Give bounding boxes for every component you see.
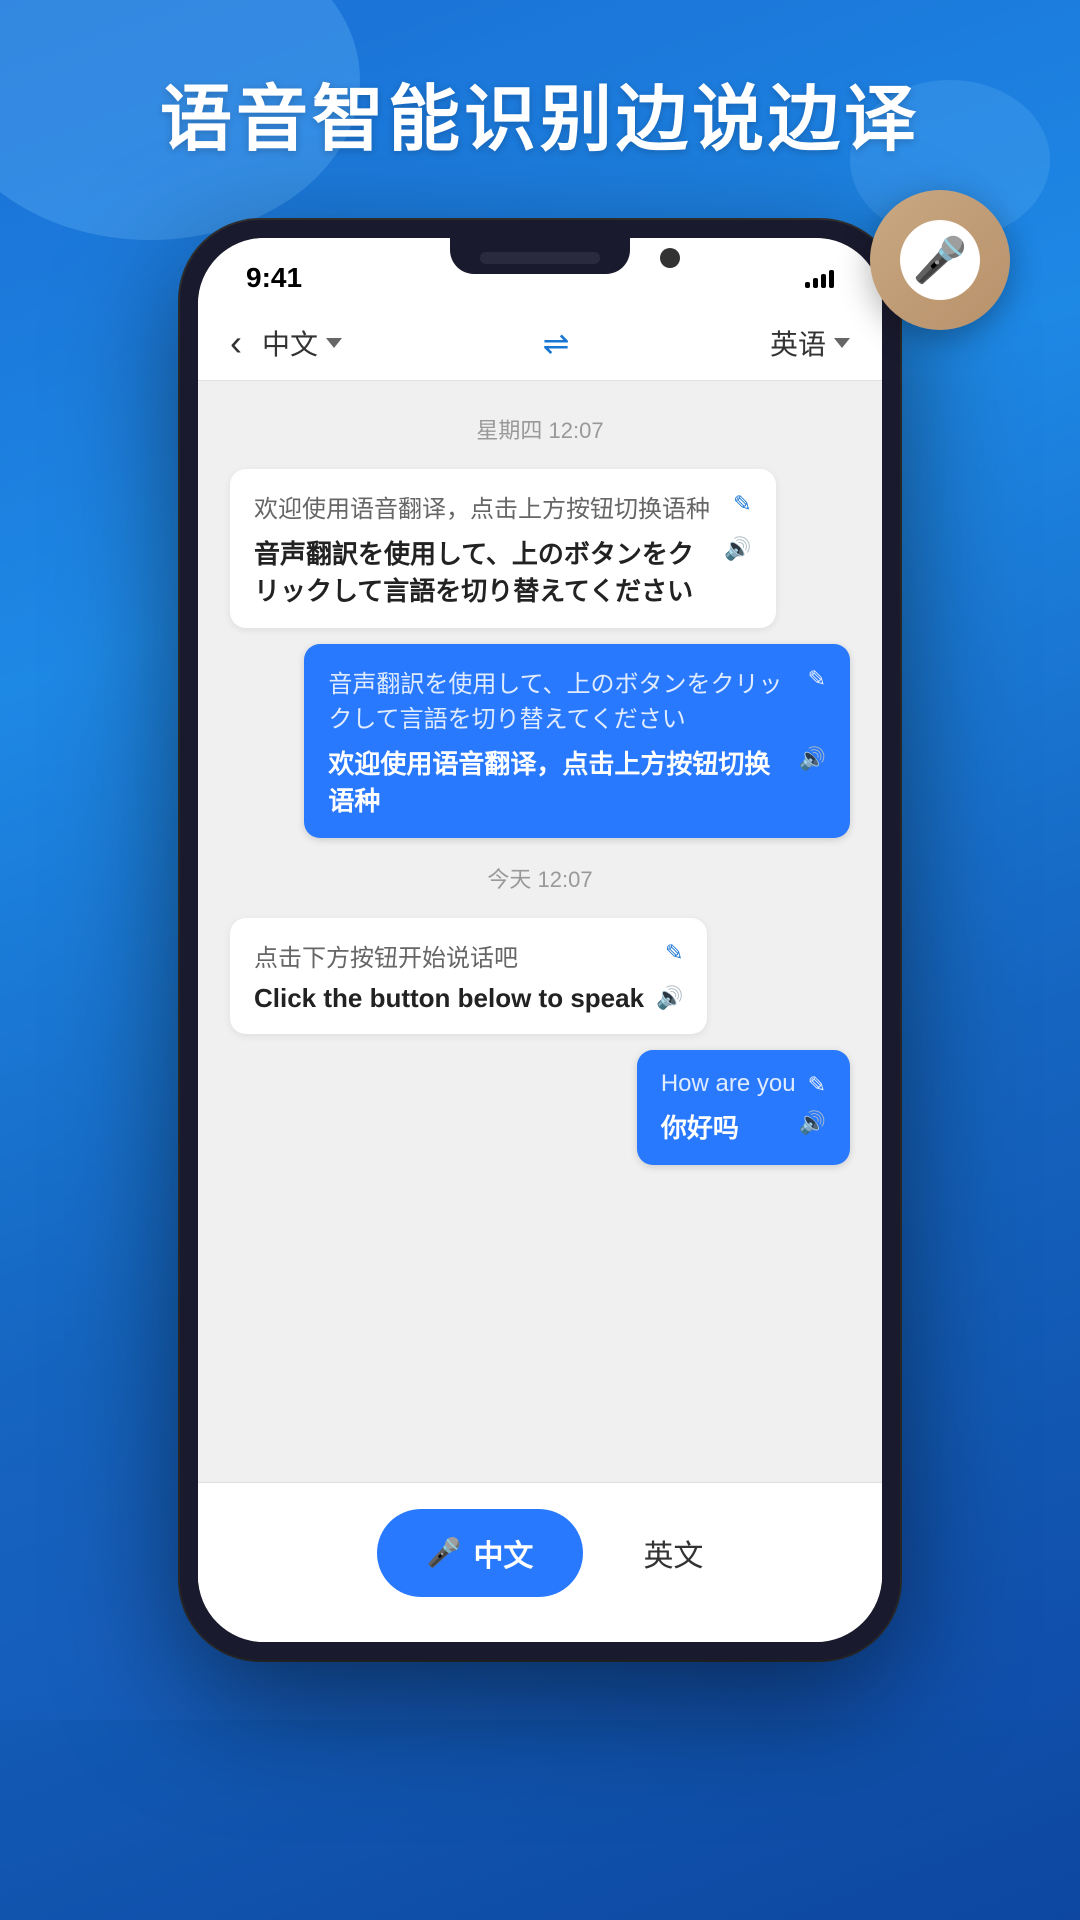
msg3-translated: Click the button below to speak 🔊 bbox=[254, 983, 683, 1014]
lang-left-dropdown-icon bbox=[326, 338, 342, 348]
msg2-original: 音声翻訳を使用して、上のボタンをクリックして言語を切り替えてください ✎ bbox=[328, 664, 826, 734]
chat-area: 星期四 12:07 欢迎使用语音翻译，点击上方按钮切换语种 ✎ 音声翻訳を使用し… bbox=[198, 381, 882, 1585]
swap-button[interactable]: ⇌ bbox=[362, 324, 750, 362]
english-speak-button[interactable]: 英文 bbox=[643, 1531, 703, 1575]
bottom-toolbar: 🎤 中文 英文 bbox=[198, 1482, 882, 1642]
sound-icon-4[interactable]: 🔊 bbox=[799, 1110, 826, 1136]
lang-right-dropdown-icon bbox=[834, 338, 850, 348]
lang-left-label: 中文 bbox=[262, 323, 318, 363]
swap-icon: ⇌ bbox=[543, 324, 570, 362]
signal-bar-2 bbox=[813, 278, 818, 288]
msg3-original: 点击下方按钮开始说话吧 ✎ bbox=[254, 938, 683, 973]
lang-right-selector[interactable]: 英语 bbox=[770, 323, 850, 363]
edit-icon-3[interactable]: ✎ bbox=[665, 940, 683, 966]
signal-bar-4 bbox=[829, 270, 834, 288]
sound-icon-2[interactable]: 🔊 bbox=[799, 746, 826, 772]
chinese-speak-button[interactable]: 🎤 中文 bbox=[377, 1509, 584, 1597]
english-btn-label: 英文 bbox=[643, 1540, 703, 1573]
mic-icon: 🎤 bbox=[900, 220, 980, 300]
page-title: 语音智能识别边说边译 bbox=[0, 60, 1080, 165]
mic-floating-button[interactable]: 🎤 bbox=[870, 190, 1010, 330]
msg4-original: How are you ✎ bbox=[661, 1070, 826, 1098]
chinese-btn-label: 中文 bbox=[473, 1531, 533, 1575]
timestamp-2: 今天 12:07 bbox=[230, 862, 850, 894]
lang-right-label: 英语 bbox=[770, 323, 826, 363]
msg1-translated: 音声翻訳を使用して、上のボタンをクリックして言語を切り替えてください 🔊 bbox=[254, 534, 752, 608]
sound-icon-3[interactable]: 🔊 bbox=[656, 985, 683, 1011]
sound-icon-1[interactable]: 🔊 bbox=[724, 536, 751, 562]
phone-screen: 9:41 ‹ 中文 bbox=[198, 238, 882, 1642]
signal-bar-1 bbox=[805, 282, 810, 288]
msg4-translated: 你好吗 🔊 bbox=[661, 1108, 826, 1145]
message-received-1: 欢迎使用语音翻译，点击上方按钮切换语种 ✎ 音声翻訳を使用して、上のボタンをクリ… bbox=[230, 469, 776, 628]
message-sent-1: 音声翻訳を使用して、上のボタンをクリックして言語を切り替えてください ✎ 欢迎使… bbox=[304, 644, 850, 838]
edit-icon-2[interactable]: ✎ bbox=[808, 666, 826, 692]
status-time: 9:41 bbox=[246, 262, 302, 294]
msg1-original: 欢迎使用语音翻译，点击上方按钮切换语种 ✎ bbox=[254, 489, 752, 524]
phone-mockup: 9:41 ‹ 中文 bbox=[180, 220, 900, 1660]
lang-left-selector[interactable]: 中文 bbox=[262, 323, 342, 363]
message-sent-2: How are you ✎ 你好吗 🔊 bbox=[637, 1050, 850, 1165]
edit-icon-4[interactable]: ✎ bbox=[808, 1072, 826, 1098]
timestamp-1: 星期四 12:07 bbox=[230, 413, 850, 445]
phone-speaker bbox=[480, 252, 600, 264]
signal-icon bbox=[805, 268, 834, 288]
mic-btn-icon: 🎤 bbox=[427, 1536, 462, 1569]
nav-bar: ‹ 中文 ⇌ 英语 bbox=[198, 306, 882, 381]
signal-bar-3 bbox=[821, 274, 826, 288]
msg2-translated: 欢迎使用语音翻译，点击上方按钮切换语种 🔊 bbox=[328, 744, 826, 818]
edit-icon-1[interactable]: ✎ bbox=[733, 491, 751, 517]
message-received-2: 点击下方按钮开始说话吧 ✎ Click the button below to … bbox=[230, 918, 707, 1034]
status-icons bbox=[805, 268, 834, 288]
phone-outer: 9:41 ‹ 中文 bbox=[180, 220, 900, 1660]
back-button[interactable]: ‹ bbox=[230, 322, 242, 364]
phone-camera bbox=[660, 248, 680, 268]
